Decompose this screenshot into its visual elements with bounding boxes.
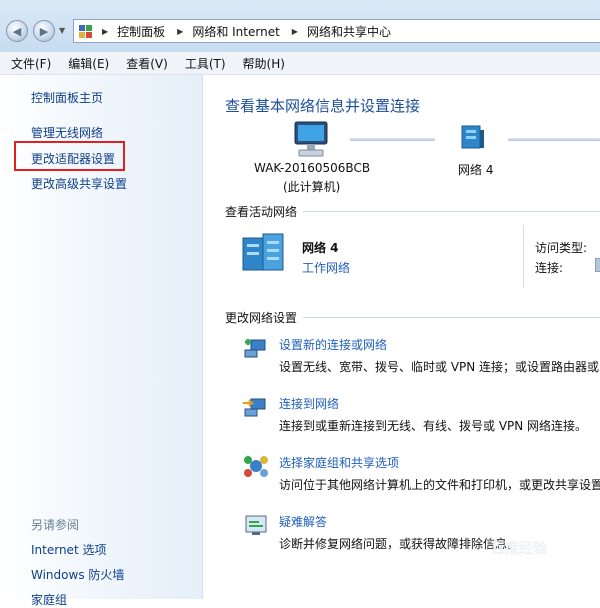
back-button[interactable]: ◀ — [6, 20, 28, 42]
section-divider — [303, 317, 600, 318]
computer-name: WAK-20160506BCB — [254, 161, 371, 175]
troubleshoot-icon — [245, 515, 267, 535]
new-connection-icon — [244, 339, 266, 358]
menu-view[interactable]: 查看(V) — [115, 55, 174, 72]
breadcrumb-network-sharing-center[interactable]: 网络和共享中心 — [307, 23, 391, 40]
homegroup-desc: 访问位于其他网络计算机上的文件和打印机，或更改共享设置 — [279, 478, 600, 492]
forward-arrow-icon: ▶ — [39, 24, 49, 38]
menu-file[interactable]: 文件(F) — [0, 55, 57, 72]
change-settings-heading: 更改网络设置 — [225, 311, 298, 325]
troubleshoot-desc: 诊断并修复网络问题，或获得故障排除信息。 — [279, 537, 520, 551]
see-also-homegroup[interactable]: 家庭组 — [31, 591, 67, 608]
network-type-link[interactable]: 工作网络 — [302, 259, 350, 276]
recent-pages-dropdown-icon[interactable]: ▼ — [59, 26, 65, 35]
breadcrumb-separator-icon[interactable]: ▶ — [177, 27, 183, 36]
main-content: 查看基本网络信息并设置连接 WAK-20160506BCB (此计算机) 网络 … — [203, 75, 600, 599]
connect-network-link[interactable]: 连接到网络 — [279, 395, 339, 412]
map-connection-line — [350, 138, 435, 141]
breadcrumb-separator-icon[interactable]: ▶ — [102, 27, 108, 36]
connect-network-desc: 连接到或重新连接到无线、有线、拨号或 VPN 网络连接。 — [279, 419, 588, 433]
setup-connection-desc: 设置无线、宽带、拨号、临时或 VPN 连接；或设置路由器或 — [279, 360, 600, 374]
sidebar-item-control-panel-home[interactable]: 控制面板主页 — [31, 89, 103, 106]
page-title: 查看基本网络信息并设置连接 — [225, 97, 421, 115]
sidebar-item-change-adapter-settings[interactable]: 更改适配器设置 — [31, 150, 115, 167]
homegroup-icon — [244, 456, 268, 477]
connection-label: 连接: — [535, 261, 564, 275]
see-also-heading: 另请参阅 — [31, 518, 80, 532]
menu-help[interactable]: 帮助(H) — [232, 55, 291, 72]
menu-edit[interactable]: 编辑(E) — [57, 55, 115, 72]
breadcrumb-network-internet[interactable]: 网络和 Internet — [192, 23, 279, 40]
sidebar-item-advanced-sharing[interactable]: 更改高级共享设置 — [31, 175, 127, 192]
section-divider — [303, 211, 600, 212]
map-internet-line — [508, 138, 600, 141]
computer-icon[interactable] — [291, 120, 331, 160]
connect-network-icon — [243, 398, 266, 417]
back-arrow-icon: ◀ — [12, 24, 22, 38]
troubleshoot-link[interactable]: 疑难解答 — [279, 513, 327, 530]
address-bar-region: ◀ ▶ ▼ ▶ 控制面板 ▶ 网络和 Internet ▶ 网络和共享中心 — [0, 0, 600, 52]
sidebar-item-manage-wireless[interactable]: 管理无线网络 — [31, 124, 103, 141]
see-also-internet-options[interactable]: Internet 选项 — [31, 541, 106, 558]
network-building-icon[interactable] — [241, 232, 287, 274]
vertical-divider — [523, 225, 524, 288]
active-networks-heading: 查看活动网络 — [225, 205, 298, 219]
watermark: 百度经验 — [491, 541, 547, 557]
map-network-name: 网络 4 — [458, 163, 494, 177]
homegroup-link[interactable]: 选择家庭组和共享选项 — [279, 454, 399, 471]
address-bar[interactable]: ▶ 控制面板 ▶ 网络和 Internet ▶ 网络和共享中心 — [73, 19, 600, 43]
sidebar: 控制面板主页 管理无线网络 更改适配器设置 更改高级共享设置 另请参阅 Inte… — [0, 75, 203, 607]
menu-tools[interactable]: 工具(T) — [174, 55, 232, 72]
access-type-label: 访问类型: — [535, 241, 588, 255]
menu-bar: 文件(F) 编辑(E) 查看(V) 工具(T) 帮助(H) — [0, 52, 600, 75]
see-also-windows-firewall[interactable]: Windows 防火墙 — [31, 566, 124, 583]
forward-button[interactable]: ▶ — [33, 20, 55, 42]
breadcrumb-separator-icon[interactable]: ▶ — [292, 27, 298, 36]
breadcrumb-control-panel[interactable]: 控制面板 — [117, 23, 165, 40]
setup-connection-link[interactable]: 设置新的连接或网络 — [279, 336, 387, 353]
control-panel-icon — [79, 24, 92, 38]
connection-icon[interactable] — [595, 258, 600, 272]
network-icon[interactable] — [458, 122, 486, 152]
active-network-name: 网络 4 — [302, 241, 339, 255]
computer-sublabel: (此计算机) — [283, 180, 341, 194]
